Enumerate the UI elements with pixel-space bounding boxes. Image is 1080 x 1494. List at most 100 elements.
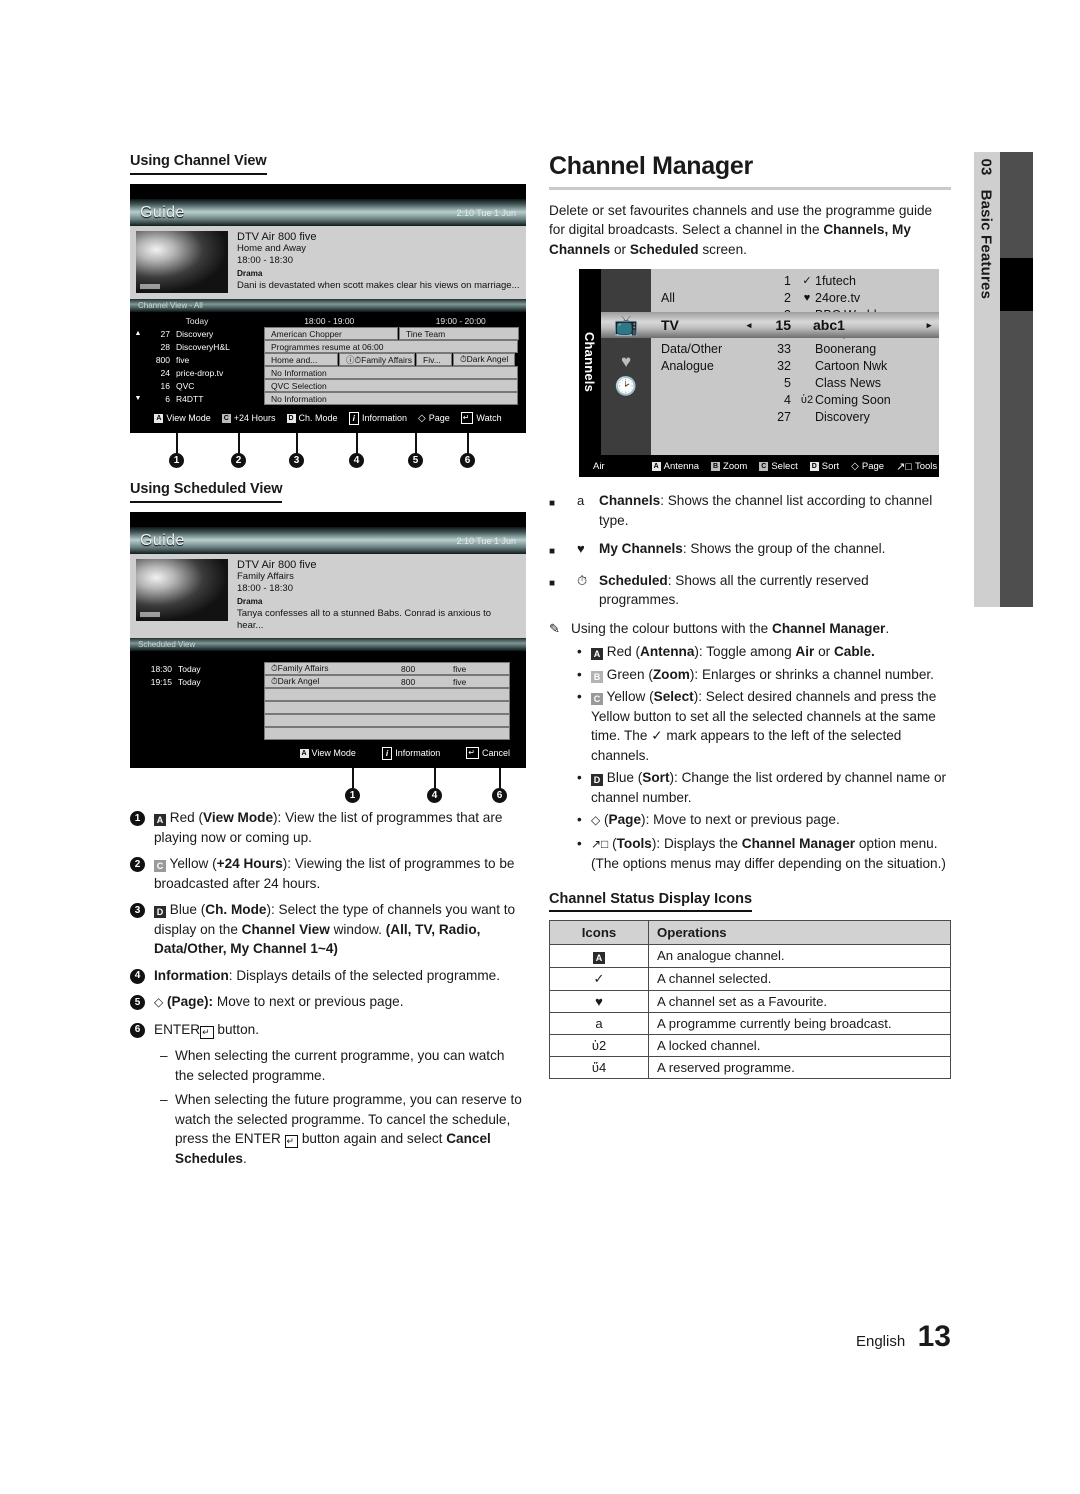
osd-programme-name: Family Affairs — [237, 571, 520, 583]
section-title-using-channel-view: Using Channel View — [130, 153, 267, 175]
colour-button-A-icon: A — [591, 648, 603, 660]
programme-cell[interactable]: ⓘ⏱Family Affairs — [339, 353, 415, 366]
osd-button[interactable]: ↵ Watch — [461, 412, 502, 424]
chevron-right-icon[interactable]: ▸ — [919, 320, 939, 331]
cm-category-label[interactable]: Analogue — [651, 359, 743, 373]
table-row[interactable]: 1 ✓ 1futech — [651, 272, 939, 289]
cm-button[interactable]: A Antenna — [652, 460, 699, 473]
cm-button[interactable]: C Select — [759, 460, 797, 473]
osd-button[interactable]: A View Mode — [300, 748, 356, 758]
osd-subheader: Scheduled View — [130, 638, 526, 651]
side-bar-black-segment — [1000, 258, 1033, 311]
table-row[interactable]: All 2 ♥ 24ore.tv — [651, 289, 939, 306]
table-row[interactable]: Analogue 32 Cartoon Nwk — [651, 357, 939, 374]
table-row-empty — [130, 714, 526, 727]
osd-button-label: Watch — [476, 413, 501, 423]
programme-cell[interactable]: ⏱Dark Angel — [453, 353, 515, 366]
intro-paragraph: Delete or set favourites channels and us… — [549, 201, 951, 260]
list-item: 2C Yellow (+24 Hours): Viewing the list … — [130, 854, 526, 893]
colour-button-D-icon: D — [154, 906, 166, 918]
row-channel-number: 6 — [146, 392, 176, 405]
cm-category-label[interactable]: Data/Other — [651, 342, 743, 356]
table-cell-operation: A channel selected. — [649, 967, 951, 990]
osd-subheader: Channel View - All — [130, 299, 526, 312]
osd-button[interactable]: ◇ Page — [418, 413, 450, 424]
cm-button-label: Select — [771, 461, 797, 472]
table-row[interactable]: 18:30 Today ⏱Family Affairs 800 five — [130, 662, 526, 675]
table-row[interactable]: 4 ὑ2 Coming Soon — [651, 391, 939, 408]
cm-button[interactable]: B Zoom — [711, 460, 747, 473]
programme-cell[interactable]: No Information — [264, 366, 518, 379]
osd-button[interactable]: A View Mode — [154, 413, 210, 423]
cm-vertical-tab: Channels — [579, 269, 601, 455]
table-row-empty — [130, 701, 526, 714]
page-arrows-icon: ◇ — [851, 461, 859, 472]
cm-icon-rail: 📺 ♥ 🕑 — [601, 269, 651, 455]
table-row[interactable]: 24 price-drop.tv No Information — [130, 366, 526, 379]
cm-source-label: Air — [593, 461, 605, 472]
list-item-text: C Yellow (+24 Hours): Viewing the list o… — [154, 854, 526, 893]
row-channel-number: 16 — [146, 379, 176, 392]
table-row[interactable]: 28 DiscoveryH&L Programmes resume at 06:00 — [130, 340, 526, 353]
table-row: ♥ A channel set as a Favourite. — [550, 990, 951, 1012]
programme-cell[interactable]: ⏱Dark Angel 800 five — [264, 675, 510, 688]
table-row[interactable]: ▼ 6 R4DTT No Information — [130, 392, 526, 405]
osd-preview-thumbnail — [136, 231, 228, 293]
osd-button[interactable]: i Information — [382, 747, 440, 760]
bullet-dot: • — [577, 810, 591, 831]
table-row[interactable]: Data/Other 33 Boonerang — [651, 340, 939, 357]
programme-cell[interactable]: Tine Team — [399, 327, 519, 340]
list-item-text: ↗□ (Tools): Displays the Channel Manager… — [591, 834, 951, 874]
callout-marker: 4 — [427, 788, 442, 803]
osd-button[interactable]: ↵ Cancel — [466, 747, 510, 759]
programme-cell[interactable]: Fiv... — [416, 353, 452, 366]
table-row[interactable]: 16 QVC QVC Selection — [130, 379, 526, 392]
osd-clock: 2:10 Tue 1 Jun — [456, 208, 516, 218]
row-channel-name: Discovery — [176, 327, 264, 340]
my-channels-heart-icon[interactable]: ♥ — [601, 351, 651, 373]
table-row[interactable]: ▲ 27 Discovery American Chopper Tine Team — [130, 327, 526, 340]
bullet-dot: • — [577, 768, 591, 807]
table-row[interactable]: 800 five Home and... ⓘ⏱Family Affairs Fiv...… — [130, 353, 526, 366]
table-cell-operation: A channel set as a Favourite. — [649, 990, 951, 1012]
osd-button[interactable]: D Ch. Mode — [287, 413, 338, 423]
cm-button[interactable]: ↗□ Tools — [896, 460, 937, 473]
programme-cell[interactable]: American Chopper — [264, 327, 398, 340]
table-row[interactable]: 19:15 Today ⏱Dark Angel 800 five — [130, 675, 526, 688]
row-channel-name: DiscoveryH&L — [176, 340, 264, 353]
tools-icon: ↗□ — [591, 837, 608, 851]
side-bar-dark — [1000, 152, 1033, 607]
page-arrows-icon: ◇ — [418, 413, 426, 424]
osd-programme-name: Home and Away — [237, 243, 520, 255]
osd-programme-time: 18:00 - 18:30 — [237, 583, 520, 595]
row-channel-number: 28 — [146, 340, 176, 353]
programme-cell[interactable]: No Information — [264, 392, 518, 405]
dash-instruction-list: – When selecting the current programme, y… — [130, 1046, 526, 1168]
programme-cell[interactable]: ⏱Family Affairs 800 five — [264, 662, 510, 675]
table-row: A An analogue channel. — [550, 944, 951, 967]
programme-cell[interactable]: Programmes resume at 06:00 — [264, 340, 518, 353]
colour-button-A-icon: A — [154, 814, 166, 826]
scheduled-rows: 18:30 Today ⏱Family Affairs 800 five 19:15 Tod… — [130, 651, 526, 740]
table-row[interactable]: 27 Discovery — [651, 408, 939, 425]
osd-button[interactable]: i Information — [349, 412, 407, 425]
enter-icon: ↵ — [461, 412, 474, 424]
list-item: • ◇ (Page): Move to next or previous page… — [549, 810, 951, 831]
cm-button[interactable]: D Sort — [810, 460, 839, 473]
osd-programme-genre: Drama — [237, 268, 520, 280]
cm-button[interactable]: ◇ Page — [851, 460, 884, 473]
bullet-dot: • — [577, 687, 591, 765]
cm-selected-row[interactable]: 📺 TV ◂ 15 abc1 ▸ — [601, 312, 939, 338]
scheduled-clock-icon[interactable]: 🕑 — [601, 375, 651, 397]
list-number-badge: 4 — [130, 969, 145, 984]
table-row[interactable]: 5 Class News — [651, 374, 939, 391]
cm-channel-number: 4 — [743, 393, 799, 407]
osd-button[interactable]: C +24 Hours — [222, 413, 276, 423]
row-arrow-icon — [130, 340, 146, 353]
programme-cell[interactable]: Home and... — [264, 353, 338, 366]
cm-category-label[interactable]: All — [651, 291, 743, 305]
cm-channel-number: 32 — [743, 359, 799, 373]
colour-button-A-icon: A — [652, 462, 661, 471]
chevron-left-icon[interactable]: ◂ — [743, 320, 755, 331]
programme-cell[interactable]: QVC Selection — [264, 379, 518, 392]
